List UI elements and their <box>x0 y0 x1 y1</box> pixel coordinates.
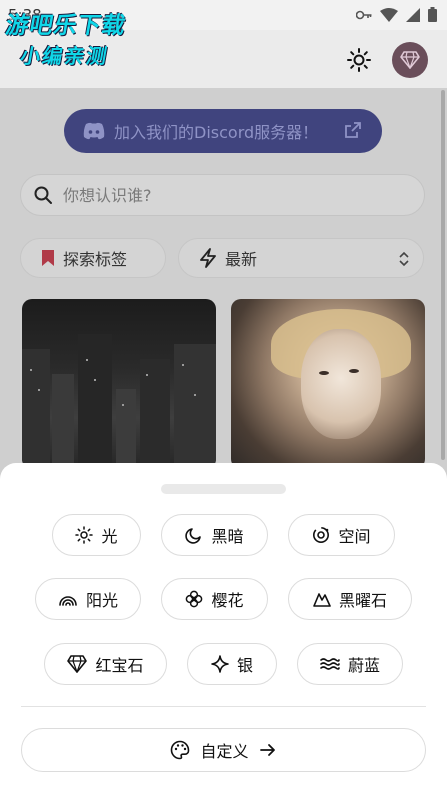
city-night-image <box>22 299 216 469</box>
theme-chip-space[interactable]: 空间 <box>288 514 395 556</box>
discord-banner-label: 加入我们的Discord服务器！ <box>114 123 319 142</box>
arrow-right-icon <box>259 742 277 758</box>
explore-tags-button[interactable]: 探索标签 <box>20 238 166 278</box>
chevron-updown-icon <box>397 249 411 269</box>
palette-icon <box>170 740 190 760</box>
discord-banner[interactable]: 加入我们的Discord服务器！ <box>64 109 382 153</box>
theme-chip-dark[interactable]: 黑暗 <box>161 514 268 556</box>
theme-chip-label: 蔚蓝 <box>347 656 380 675</box>
theme-chip-label: 阳光 <box>85 591 118 610</box>
sort-select[interactable]: 最新 <box>178 238 424 278</box>
explore-tags-label: 探索标签 <box>63 250 128 269</box>
moon-icon <box>185 526 203 544</box>
theme-chip-sakura[interactable]: 樱花 <box>161 578 268 620</box>
search-icon <box>33 185 53 205</box>
theme-chip-label: 红宝石 <box>95 656 144 675</box>
scroll-indicator <box>441 90 445 460</box>
theme-chip-azure[interactable]: 蔚蓝 <box>297 643 403 685</box>
sun-icon <box>75 526 94 544</box>
sun-icon <box>347 48 371 72</box>
key-icon <box>356 10 372 19</box>
theme-chip-label: 黑曜石 <box>338 591 387 610</box>
wifi-icon <box>380 7 398 22</box>
sparkle-icon <box>211 655 229 673</box>
search-bar[interactable] <box>20 174 425 216</box>
divider <box>21 706 426 707</box>
portrait-image <box>231 299 425 469</box>
lightning-icon <box>199 248 217 268</box>
theme-chip-ruby[interactable]: 红宝石 <box>44 643 167 685</box>
theme-chip-label: 银 <box>236 656 253 675</box>
drag-handle[interactable] <box>161 484 286 494</box>
flower-icon <box>185 590 203 608</box>
sort-label: 最新 <box>225 250 258 269</box>
bookmark-icon <box>41 249 55 267</box>
theme-chip-label: 光 <box>101 527 118 546</box>
orbit-icon <box>312 526 330 544</box>
waves-icon <box>320 657 340 671</box>
theme-chip-silver[interactable]: 银 <box>187 643 277 685</box>
theme-bottom-sheet: 光 黑暗 空间 阳光 樱花 黑曜石 红宝石 银 蔚蓝 自定义 <box>0 463 447 794</box>
character-card[interactable] <box>22 299 216 469</box>
theme-chip-label: 樱花 <box>211 591 244 610</box>
theme-chip-label: 空间 <box>338 527 371 546</box>
theme-chip-obsidian[interactable]: 黑曜石 <box>288 578 412 620</box>
custom-theme-label: 自定义 <box>200 742 249 761</box>
mountain-icon <box>313 591 331 607</box>
gem-icon <box>67 655 88 673</box>
custom-theme-button[interactable]: 自定义 <box>21 728 426 772</box>
watermark-line2: 小编亲测 <box>18 44 111 68</box>
search-input[interactable] <box>61 184 405 206</box>
status-icons <box>356 7 437 22</box>
discord-icon <box>82 122 106 140</box>
theme-toggle-button[interactable] <box>346 47 372 73</box>
theme-chip-label: 黑暗 <box>211 527 244 546</box>
signal-icon <box>406 7 420 22</box>
premium-button[interactable] <box>392 42 428 78</box>
diamond-icon <box>400 51 420 69</box>
rainbow-icon <box>58 592 78 606</box>
watermark-line1: 游吧乐下载 <box>3 13 129 39</box>
theme-chip-sunshine[interactable]: 阳光 <box>35 578 141 620</box>
watermark-logo: 游吧乐下载 小编亲测 <box>0 6 149 68</box>
battery-icon <box>428 7 437 22</box>
external-link-icon <box>344 121 362 143</box>
theme-chip-light[interactable]: 光 <box>52 514 141 556</box>
character-card[interactable] <box>231 299 425 469</box>
